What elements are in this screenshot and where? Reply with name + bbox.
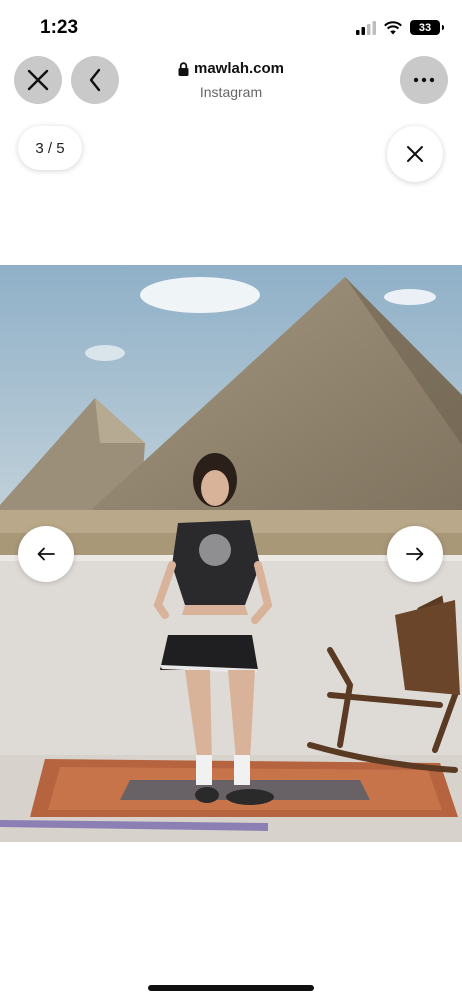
image-counter: 3 / 5 — [18, 126, 82, 170]
url-domain: mawlah.com — [193, 60, 285, 77]
arrow-right-icon — [406, 547, 424, 561]
battery-indicator: 33 — [410, 20, 444, 35]
url-subtitle: Instagram — [199, 83, 263, 100]
more-options-button[interactable] — [400, 56, 448, 104]
lock-icon — [178, 61, 189, 76]
next-image-button[interactable] — [387, 526, 443, 582]
status-time: 1:23 — [40, 17, 79, 38]
arrow-left-icon — [37, 547, 55, 561]
status-bar: 1:23 33 — [0, 0, 462, 52]
home-indicator[interactable] — [148, 985, 314, 991]
url-display[interactable]: mawlah.com Instagram — [0, 60, 462, 100]
previous-image-button[interactable] — [18, 526, 74, 582]
more-icon — [413, 77, 435, 83]
cellular-signal-icon — [356, 20, 376, 35]
close-lightbox-button[interactable] — [387, 126, 443, 182]
status-icons: 33 — [356, 20, 444, 35]
wifi-icon — [384, 20, 402, 34]
close-icon — [407, 146, 423, 162]
